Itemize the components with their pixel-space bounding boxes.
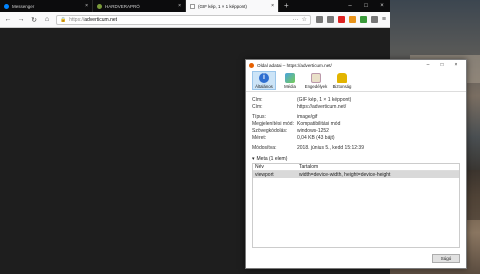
tab-bar: Messenger × HARDVERAPRÓ × (GIF kép, 1 × … — [0, 0, 390, 12]
tab-title: HARDVERAPRÓ — [105, 3, 140, 9]
chevron-down-icon: ▾ — [252, 155, 255, 162]
image-icon — [190, 3, 195, 9]
info-row: Cím: (GIF kép, 1 × 1 képpont) — [252, 96, 460, 103]
reader-icon[interactable] — [326, 16, 334, 23]
adblock-icon[interactable] — [337, 16, 345, 23]
lock-icon[interactable]: 🔒 — [60, 17, 66, 23]
info-icon: i — [259, 72, 269, 83]
dialog-title: Oldal adatai – https://adverticum.net/ — [257, 62, 332, 68]
close-icon[interactable]: × — [449, 62, 463, 68]
info-value[interactable]: https://adverticum.net/ — [297, 104, 460, 110]
tab-hardverapro[interactable]: HARDVERAPRÓ × — [93, 0, 186, 12]
tab-general[interactable]: i Általános — [252, 71, 276, 90]
page-info-dialog: Oldal adatai – https://adverticum.net/ –… — [245, 59, 467, 269]
meta-table[interactable]: Név Tartalom viewport width=device-width… — [252, 163, 460, 248]
info-key: Cím: — [252, 96, 263, 103]
info-value[interactable]: windows-1252 — [297, 128, 460, 134]
tab-label: Általános — [255, 83, 273, 89]
info-row: Típus: image/gif — [252, 113, 460, 120]
extension-icon-3[interactable] — [370, 16, 378, 23]
tab-security[interactable]: Biztonság — [330, 71, 354, 90]
firefox-icon — [249, 62, 254, 68]
info-row: Megjelenítési mód: Kompatibilitási mód — [252, 120, 460, 127]
info-value[interactable]: (GIF kép, 1 × 1 képpont) — [297, 97, 460, 103]
maximize-icon[interactable]: □ — [435, 62, 449, 68]
close-icon[interactable]: × — [178, 3, 181, 9]
home-icon[interactable]: ⌂ — [43, 16, 51, 23]
info-value[interactable]: Kompatibilitási mód — [297, 121, 460, 127]
tab-label: Engedélyek — [304, 83, 328, 89]
info-row: Szövegkódolás: windows-1252 — [252, 127, 460, 134]
messenger-icon — [4, 3, 9, 9]
media-icon — [285, 72, 295, 83]
info-row: Méret: 0,04 KB (43 bájt) — [252, 134, 460, 141]
info-value[interactable]: 2018. június 5., kedd 15:12:39 — [297, 145, 460, 151]
url-protocol: https:// — [69, 16, 85, 23]
hamburger-menu-icon[interactable]: ≡ — [382, 16, 386, 23]
back-icon[interactable]: ← — [4, 16, 12, 23]
tab-permissions[interactable]: Engedélyek — [304, 71, 328, 90]
permissions-icon — [311, 72, 321, 83]
meta-content: width=device-width, height=device-height — [299, 171, 391, 178]
meta-toggle[interactable]: ▾ Meta (1 elem) — [252, 155, 460, 162]
forward-icon[interactable]: → — [17, 16, 25, 23]
tab-media[interactable]: Média — [278, 71, 302, 90]
tab-title: (GIF kép, 1 × 1 képpont) — [198, 3, 247, 9]
minimize-icon[interactable]: – — [421, 62, 435, 68]
minimize-icon[interactable]: – — [342, 0, 358, 12]
tab-messenger[interactable]: Messenger × — [0, 0, 93, 12]
bookmark-star-icon[interactable]: ☆ — [302, 16, 307, 23]
table-row[interactable]: viewport width=device-width, height=devi… — [253, 171, 459, 178]
toolbar-icons: ≡ — [315, 16, 386, 23]
reload-icon[interactable]: ↻ — [30, 16, 38, 24]
meta-name: viewport — [255, 171, 274, 178]
column-header-content[interactable]: Tartalom — [299, 164, 459, 170]
hardverapro-icon — [97, 3, 102, 9]
tab-gif[interactable]: (GIF kép, 1 × 1 képpont) × — [186, 0, 279, 12]
info-row: Cím: https://adverticum.net/ — [252, 103, 460, 110]
close-window-icon[interactable]: × — [374, 0, 390, 12]
info-value[interactable]: 0,04 KB (43 bájt) — [297, 135, 460, 141]
more-icon[interactable]: ··· — [293, 17, 299, 23]
tab-title: Messenger — [12, 3, 35, 9]
close-icon[interactable]: × — [85, 3, 88, 9]
tab-label: Média — [284, 83, 296, 89]
info-value[interactable]: image/gif — [297, 114, 460, 120]
dialog-body: Cím: (GIF kép, 1 × 1 képpont) Cím: https:/… — [246, 92, 466, 252]
info-key: Módosítva: — [252, 144, 277, 151]
meta-header-row: Név Tartalom — [253, 164, 459, 171]
url-bar[interactable]: 🔒 https://adverticum.net ··· ☆ — [56, 14, 311, 25]
meta-label: Meta (1 elem) — [256, 155, 288, 162]
close-icon[interactable]: × — [271, 3, 274, 9]
extension-icon[interactable] — [348, 16, 356, 23]
info-key: Szövegkódolás: — [252, 127, 288, 134]
info-key: Cím: — [252, 103, 263, 110]
lock-icon — [337, 72, 347, 83]
window-controls: – □ × — [342, 0, 390, 12]
info-key: Méret: — [252, 134, 267, 141]
column-header-name[interactable]: Név — [253, 164, 299, 170]
info-row: Módosítva: 2018. június 5., kedd 15:12:39 — [252, 144, 460, 151]
library-icon[interactable] — [315, 16, 323, 23]
extension-icon-2[interactable] — [359, 16, 367, 23]
info-key: Megjelenítési mód: — [252, 120, 294, 127]
nav-bar: ← → ↻ ⌂ 🔒 https://adverticum.net ··· ☆ ≡ — [0, 12, 390, 28]
dialog-titlebar: Oldal adatai – https://adverticum.net/ –… — [246, 60, 466, 70]
dialog-tabs: i Általános Média Engedélyek Biztonság — [246, 70, 466, 92]
new-tab-button[interactable]: + — [279, 0, 294, 12]
maximize-icon[interactable]: □ — [358, 0, 374, 12]
url-host: adverticum.net — [84, 16, 118, 23]
info-key: Típus: — [252, 113, 266, 120]
tab-label: Biztonság — [332, 83, 352, 89]
help-button[interactable]: Súgó — [432, 254, 460, 263]
